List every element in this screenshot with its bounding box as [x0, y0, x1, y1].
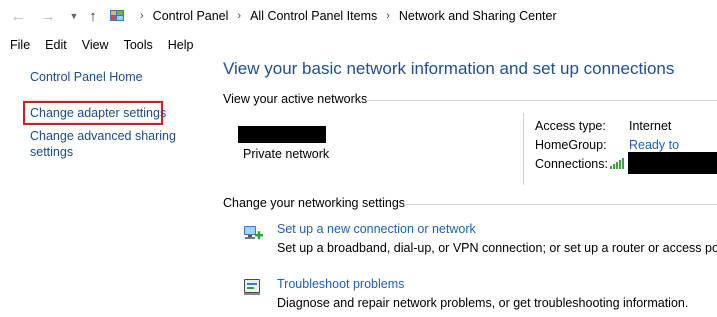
divider: [404, 204, 717, 205]
menu-view[interactable]: View: [82, 38, 109, 52]
connections-label: Connections:: [535, 157, 608, 171]
homegroup-label: HomeGroup:: [535, 138, 607, 152]
setup-new-connection-description: Set up a broadband, dial-up, or VPN conn…: [277, 241, 717, 255]
up-arrow-icon[interactable]: ↑: [83, 6, 103, 26]
breadcrumb-separator-icon[interactable]: ›: [140, 10, 144, 22]
menu-tools[interactable]: Tools: [124, 38, 153, 52]
menu-bar: File Edit View Tools Help: [0, 35, 198, 55]
menu-edit[interactable]: Edit: [45, 38, 67, 52]
redacted-connection-name: [628, 152, 717, 174]
back-arrow-icon[interactable]: ←: [8, 6, 28, 26]
recent-locations-chevron-icon[interactable]: ▼: [64, 6, 84, 26]
left-pane: [0, 56, 218, 317]
change-settings-heading: Change your networking settings: [223, 196, 406, 210]
control-panel-home-link[interactable]: Control Panel Home: [30, 69, 143, 85]
new-connection-icon: [244, 226, 263, 240]
troubleshoot-problems-link[interactable]: Troubleshoot problems: [277, 277, 404, 291]
change-adapter-settings-link[interactable]: Change adapter settings: [30, 105, 166, 121]
access-type-label: Access type:: [535, 119, 606, 133]
breadcrumb-control-panel[interactable]: Control Panel: [153, 9, 229, 23]
change-advanced-sharing-line2: settings: [30, 145, 74, 159]
breadcrumb-separator-icon[interactable]: ›: [386, 10, 390, 22]
breadcrumb: › Control Panel › All Control Panel Item…: [108, 0, 557, 32]
access-type-value: Internet: [629, 119, 672, 133]
divider: [523, 113, 524, 185]
breadcrumb-separator-icon[interactable]: ›: [237, 10, 241, 22]
setup-new-connection-link[interactable]: Set up a new connection or network: [277, 222, 476, 236]
page-title: View your basic network information and …: [223, 59, 675, 78]
wifi-signal-icon: [610, 158, 624, 169]
breadcrumb-all-items[interactable]: All Control Panel Items: [250, 9, 377, 23]
forward-arrow-icon[interactable]: →: [38, 6, 58, 26]
address-bar: ← → ▼ ↑ › Control Panel › All Control Pa…: [0, 0, 717, 32]
breadcrumb-network-sharing[interactable]: Network and Sharing Center: [399, 9, 557, 23]
network-type: Private network: [243, 147, 330, 161]
active-networks-heading: View your active networks: [223, 92, 368, 106]
divider: [366, 100, 717, 101]
menu-file[interactable]: File: [10, 38, 30, 52]
redacted-network-name: [238, 126, 326, 143]
menu-help[interactable]: Help: [168, 38, 194, 52]
change-advanced-sharing-line1: Change advanced sharing: [30, 129, 176, 143]
troubleshoot-icon: [244, 279, 260, 295]
troubleshoot-problems-description: Diagnose and repair network problems, or…: [277, 296, 689, 310]
change-advanced-sharing-link[interactable]: Change advanced sharing settings: [30, 128, 176, 160]
